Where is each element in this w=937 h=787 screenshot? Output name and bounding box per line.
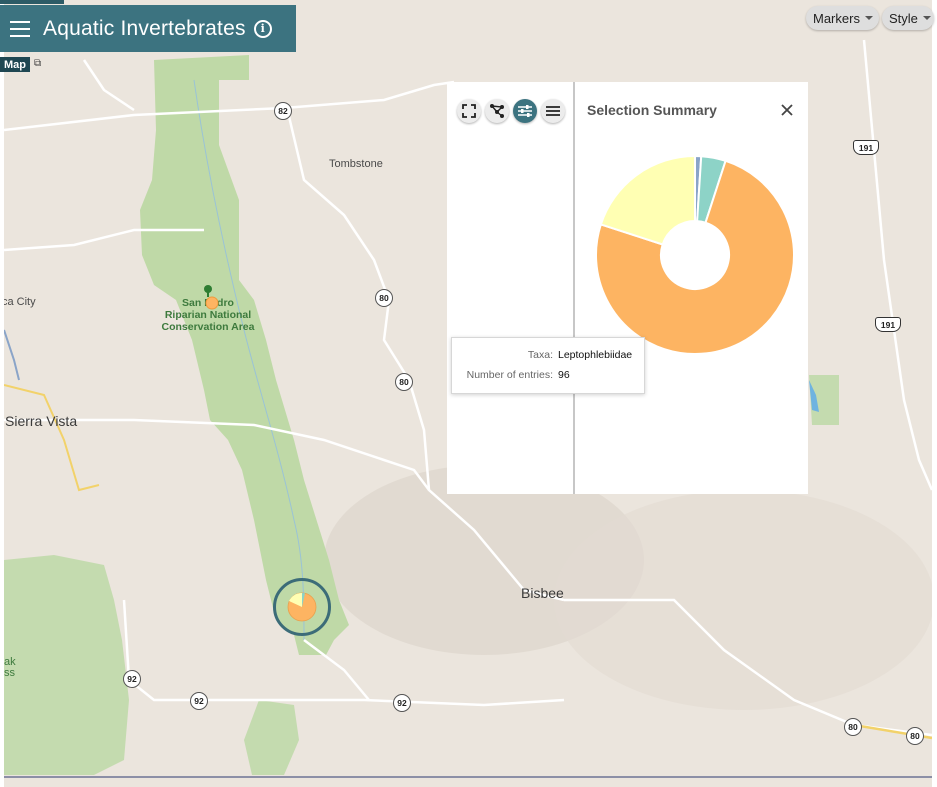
filter-button[interactable] bbox=[513, 99, 537, 123]
app-title-bar: Aquatic Invertebrates i bbox=[0, 5, 296, 52]
map-tag[interactable]: Map bbox=[0, 57, 30, 72]
us-route-shield-191: 191 bbox=[875, 317, 901, 332]
polygon-select-icon bbox=[490, 104, 504, 118]
panel-divider bbox=[573, 82, 575, 494]
route-shield-92: 92 bbox=[123, 670, 141, 688]
taxa-tooltip: Taxa: Leptophlebiidae Number of entries:… bbox=[451, 337, 645, 394]
tooltip-entries-value: 96 bbox=[558, 369, 570, 381]
hamburger-menu-icon[interactable] bbox=[10, 20, 30, 37]
selection-donut-chart bbox=[595, 155, 795, 355]
app-title: Aquatic Invertebrates bbox=[43, 16, 246, 40]
list-icon bbox=[546, 106, 560, 116]
route-shield-80: 80 bbox=[844, 718, 862, 736]
selection-summary-panel: Selection Summary bbox=[447, 82, 808, 494]
title-accent-strip bbox=[0, 0, 64, 4]
panel-title: Selection Summary bbox=[587, 102, 717, 118]
place-label-huachuca-city: ca City bbox=[4, 296, 36, 308]
place-label-tombstone: Tombstone bbox=[329, 158, 383, 170]
tooltip-entries-label: Number of entries: bbox=[466, 369, 553, 381]
chevron-down-icon bbox=[864, 16, 873, 20]
selected-site-marker[interactable] bbox=[272, 577, 332, 637]
place-label-bisbee: Bisbee bbox=[521, 585, 564, 601]
route-shield-82: 82 bbox=[274, 102, 292, 120]
info-icon[interactable]: i bbox=[253, 19, 272, 38]
place-label-ramsey-2: ss bbox=[4, 667, 15, 679]
tooltip-taxa-label: Taxa: bbox=[527, 349, 553, 361]
polygon-select-button[interactable] bbox=[485, 99, 509, 123]
close-icon[interactable] bbox=[780, 103, 794, 117]
map-bottom-border bbox=[4, 776, 932, 778]
place-label-sierra-vista: Sierra Vista bbox=[5, 413, 78, 429]
list-button[interactable] bbox=[541, 99, 565, 123]
park-label-line-2: Riparian National bbox=[164, 309, 252, 321]
route-shield-80: 80 bbox=[906, 727, 924, 745]
site-marker[interactable] bbox=[205, 296, 219, 310]
style-dropdown[interactable]: Style bbox=[882, 6, 934, 30]
style-label: Style bbox=[889, 10, 918, 26]
markers-label: Markers bbox=[813, 10, 860, 26]
us-route-shield-191: 191 bbox=[853, 140, 879, 155]
tree-icon bbox=[203, 284, 213, 297]
page-right-edge bbox=[932, 0, 937, 787]
external-window-icon[interactable]: ⧉ bbox=[34, 58, 41, 69]
tooltip-taxa-value: Leptophlebiidae bbox=[558, 349, 633, 361]
fullscreen-button[interactable] bbox=[457, 99, 481, 123]
route-shield-80: 80 bbox=[395, 373, 413, 391]
filter-sliders-icon bbox=[518, 105, 532, 117]
markers-dropdown[interactable]: Markers bbox=[806, 6, 879, 30]
route-shield-80: 80 bbox=[375, 289, 393, 307]
fullscreen-icon bbox=[462, 104, 476, 118]
route-shield-92: 92 bbox=[393, 694, 411, 712]
route-shield-92: 92 bbox=[190, 692, 208, 710]
chevron-down-icon bbox=[922, 16, 931, 20]
park-label-line-3: Conservation Area bbox=[161, 321, 255, 333]
